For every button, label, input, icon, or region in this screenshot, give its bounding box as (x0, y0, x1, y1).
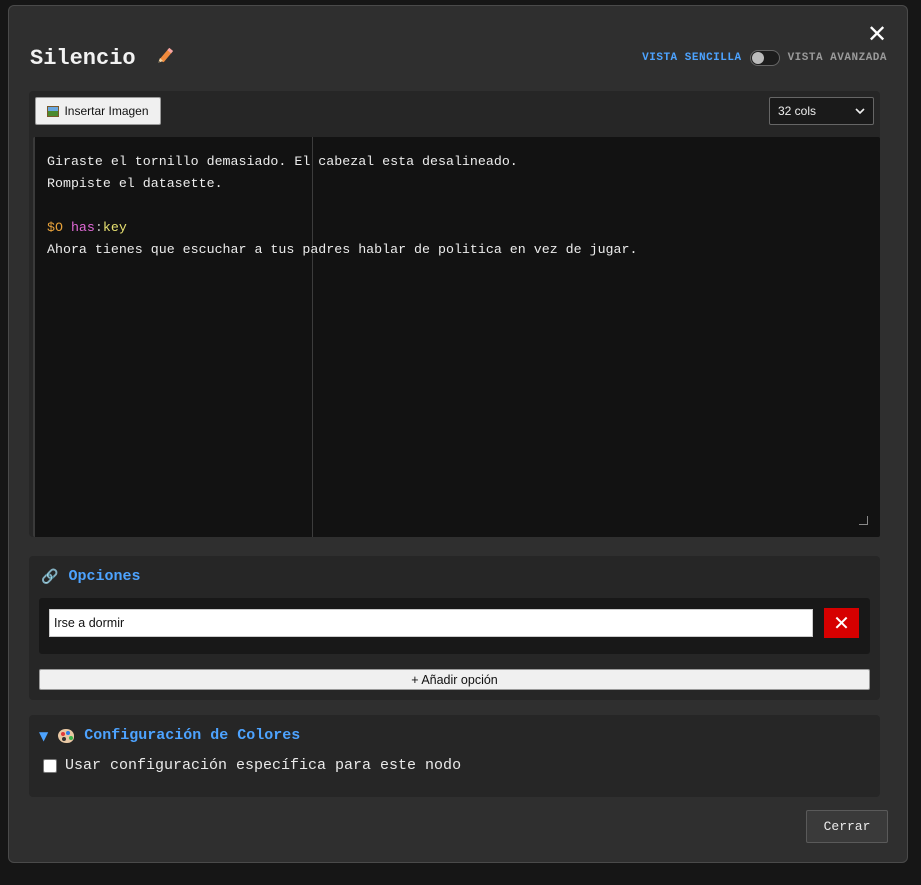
node-editor-dialog: ✕ Silencio VISTA SENCILLA VISTA AVANZADA… (8, 5, 908, 863)
switch-knob (751, 52, 764, 64)
insert-image-label: Insertar Imagen (64, 104, 149, 118)
condition-value: key (102, 220, 127, 235)
text-line-blank: ​ (47, 195, 868, 217)
link-icon: 🔗 (41, 568, 59, 585)
node-colors-checkbox[interactable] (43, 758, 57, 773)
node-colors-option: Usar configuración específica para este … (43, 757, 461, 774)
node-text-area[interactable]: Giraste el tornillo demasiado. El cabeza… (33, 137, 880, 537)
dialog-title-wrap: Silencio (30, 46, 175, 73)
palette-icon (58, 728, 75, 743)
close-button[interactable]: Cerrar (806, 810, 888, 843)
pencil-icon[interactable] (155, 46, 175, 73)
colors-heading-label: Configuración de Colores (84, 727, 301, 744)
image-icon (47, 105, 60, 117)
view-mode-switch[interactable] (749, 50, 780, 66)
editor-toolbar: Insertar Imagen 32 cols (29, 91, 880, 135)
view-simple-label[interactable]: VISTA SENCILLA (642, 52, 741, 64)
options-panel: 🔗 Opciones Irse a dormir ✕ + Añadir opci… (29, 556, 880, 700)
condition-keyword: has (70, 220, 95, 235)
dialog-title: Silencio (30, 46, 136, 71)
node-colors-label[interactable]: Usar configuración específica para este … (65, 757, 461, 774)
close-dialog-icon[interactable]: ✕ (865, 22, 889, 46)
condition-var: $O (47, 220, 63, 235)
condition-line: $O has:key (47, 217, 868, 239)
view-mode-toggle: VISTA SENCILLA VISTA AVANZADA (642, 50, 887, 66)
option-row: Irse a dormir ✕ (39, 598, 870, 654)
resize-handle[interactable] (859, 516, 868, 525)
colors-heading[interactable]: ▼ Configuración de Colores (39, 727, 300, 744)
caret-down-icon: ▼ (39, 728, 49, 743)
insert-image-button[interactable]: Insertar Imagen (35, 97, 161, 125)
add-option-button[interactable]: + Añadir opción (39, 669, 870, 690)
text-line: Giraste el tornillo demasiado. El cabeza… (47, 154, 518, 169)
option-text-input[interactable]: Irse a dormir (49, 609, 813, 637)
columns-select-value: 32 cols (778, 104, 817, 118)
view-advanced-label[interactable]: VISTA AVANZADA (788, 52, 887, 64)
text-editor: Insertar Imagen 32 cols Giraste el torni… (29, 91, 880, 537)
colors-panel: ▼ Configuración de Colores Usar configur… (29, 715, 880, 797)
options-heading: 🔗 Opciones (41, 568, 140, 585)
text-line: Ahora tienes que escuchar a tus padres h… (47, 242, 638, 257)
chevron-down-icon (855, 104, 865, 118)
delete-option-button[interactable]: ✕ (824, 608, 859, 638)
columns-select[interactable]: 32 cols (769, 97, 874, 125)
options-heading-label: Opciones (68, 568, 141, 585)
condition-sep: : (94, 220, 103, 235)
text-line: Rompiste el datasette. (47, 176, 223, 191)
